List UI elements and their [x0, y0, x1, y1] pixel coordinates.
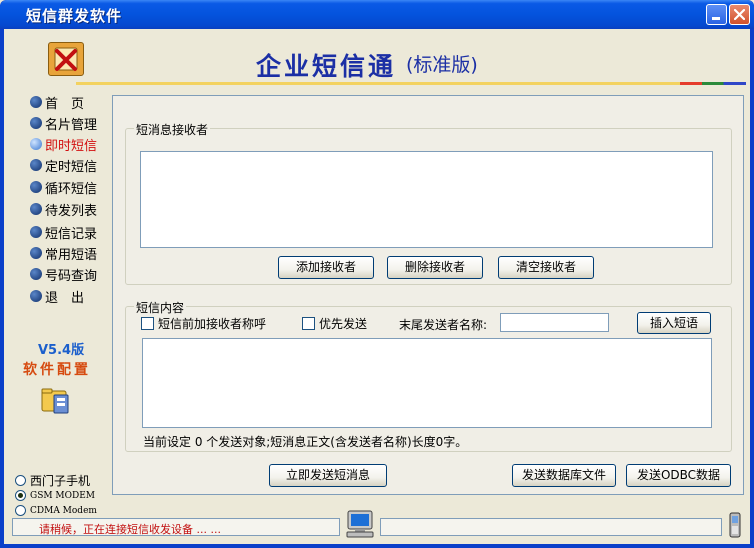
header: 企业短信通 (标准版) — [4, 29, 750, 89]
send-summary: 当前设定 0 个发送对象;短消息正文(含发送者名称)长度0字。 — [143, 435, 468, 449]
bullet-icon — [30, 117, 42, 129]
minimize-button[interactable] — [706, 4, 727, 25]
checkbox[interactable] — [302, 316, 315, 330]
app-window: 短信群发软件 企业短信通 (标准版) 首 页 名片管理 即时短信 定时短信 循环… — [0, 0, 754, 548]
status-bar: 请稍候，正在连接短信收发设备 ... ... — [12, 518, 340, 536]
client-area: 企业短信通 (标准版) 首 页 名片管理 即时短信 定时短信 循环短信 待发列表… — [4, 29, 750, 544]
bullet-icon — [30, 203, 42, 215]
send-odbc-button[interactable]: 发送ODBC数据 — [626, 464, 731, 487]
checkbox-label: 短信前加接收者称呼 — [158, 316, 267, 331]
sender-name-label: 末尾发送者名称: — [399, 318, 488, 332]
sidebar-item-label: 首 页 — [45, 96, 85, 112]
header-divider — [76, 82, 686, 85]
close-icon — [734, 9, 745, 20]
device-option-siemens[interactable]: 西门子手机 — [15, 473, 90, 488]
send-now-button[interactable]: 立即发送短消息 — [269, 464, 387, 487]
sidebar-item-pending-list[interactable]: 待发列表 — [30, 199, 97, 219]
prefix-recipient-checkbox[interactable]: 短信前加接收者称呼 — [141, 315, 266, 331]
software-config-link[interactable]: 软件配置 — [23, 359, 91, 379]
sidebar-item-label: 即时短信 — [45, 138, 98, 154]
app-logo-icon — [48, 42, 84, 76]
config-folder-icon[interactable] — [40, 385, 72, 415]
send-database-button[interactable]: 发送数据库文件 — [512, 464, 616, 487]
bullet-icon — [30, 96, 42, 108]
sidebar-item-label: 短信记录 — [45, 226, 98, 242]
computer-icon — [344, 509, 376, 539]
sidebar-item-exit[interactable]: 退 出 — [30, 286, 84, 306]
radio-button[interactable] — [15, 475, 26, 486]
sidebar-item-home[interactable]: 首 页 — [30, 92, 84, 112]
header-edition: (标准版) — [406, 54, 478, 76]
mobile-phone-icon — [728, 512, 742, 538]
sender-name-input[interactable] — [500, 313, 609, 332]
window-title: 短信群发软件 — [26, 7, 123, 25]
close-button[interactable] — [729, 4, 750, 25]
sidebar-item-label: 退 出 — [45, 290, 85, 306]
recipients-list[interactable] — [140, 151, 713, 248]
sidebar-item-label: 待发列表 — [45, 203, 98, 219]
header-color-bar — [680, 82, 746, 85]
sidebar-item-instant-sms[interactable]: 即时短信 — [30, 134, 97, 154]
sidebar-item-label: 循环短信 — [45, 181, 98, 197]
header-title: 企业短信通 — [256, 52, 397, 81]
recipients-legend: 短消息接收者 — [134, 121, 211, 138]
sidebar-item-contacts[interactable]: 名片管理 — [30, 113, 97, 133]
add-recipient-button[interactable]: 添加接收者 — [278, 256, 374, 279]
sidebar-item-label: 名片管理 — [45, 117, 98, 133]
device-option-label: GSM MODEM — [30, 490, 96, 501]
device-option-gsm-modem[interactable]: GSM MODEM — [15, 488, 95, 503]
device-option-cdma-modem[interactable]: CDMA Modem — [15, 503, 97, 518]
status-message: 请稍候，正在连接短信收发设备 ... ... — [39, 523, 221, 536]
device-option-label: CDMA Modem — [30, 505, 97, 516]
sidebar-item-label: 定时短信 — [45, 159, 98, 175]
checkbox-label: 优先发送 — [319, 316, 368, 331]
sidebar-item-scheduled-sms[interactable]: 定时短信 — [30, 155, 97, 175]
bullet-icon — [30, 226, 42, 238]
bullet-icon — [30, 138, 42, 150]
sidebar-item-common-phrases[interactable]: 常用短语 — [30, 243, 97, 263]
sidebar-item-number-lookup[interactable]: 号码查询 — [30, 264, 97, 284]
sidebar-item-sms-records[interactable]: 短信记录 — [30, 222, 97, 242]
content-legend: 短信内容 — [134, 299, 187, 316]
message-body[interactable] — [142, 338, 712, 428]
title-bar[interactable]: 短信群发软件 — [0, 0, 754, 29]
device-option-label: 西门子手机 — [30, 474, 91, 488]
sidebar: 首 页 名片管理 即时短信 定时短信 循环短信 待发列表 短信记录 常用短语 号… — [4, 89, 108, 544]
bullet-icon — [30, 290, 42, 302]
recipients-group: 短消息接收者 添加接收者 删除接收者 清空接收者 — [125, 121, 732, 285]
delete-recipient-button[interactable]: 删除接收者 — [387, 256, 483, 279]
main-panel: 短消息接收者 添加接收者 删除接收者 清空接收者 短信内容 短信前加接收者称呼 … — [112, 95, 744, 495]
sidebar-item-label: 号码查询 — [45, 268, 98, 284]
bullet-icon — [30, 268, 42, 280]
bullet-icon — [30, 159, 42, 171]
sidebar-item-label: 常用短语 — [45, 247, 98, 263]
radio-button[interactable] — [15, 505, 26, 516]
bullet-icon — [30, 181, 42, 193]
clear-recipients-button[interactable]: 清空接收者 — [498, 256, 594, 279]
status-bar-secondary — [380, 518, 722, 536]
insert-phrase-button[interactable]: 插入短语 — [637, 312, 711, 334]
radio-button[interactable] — [15, 490, 26, 501]
sidebar-item-recurring-sms[interactable]: 循环短信 — [30, 177, 97, 197]
version-label: V5.4版 — [38, 343, 85, 358]
bullet-icon — [30, 247, 42, 259]
priority-send-checkbox[interactable]: 优先发送 — [302, 315, 367, 331]
checkbox[interactable] — [141, 316, 154, 330]
content-group: 短信内容 短信前加接收者称呼 优先发送 末尾发送者名称: 插入短语 当前设定 0… — [125, 299, 732, 452]
